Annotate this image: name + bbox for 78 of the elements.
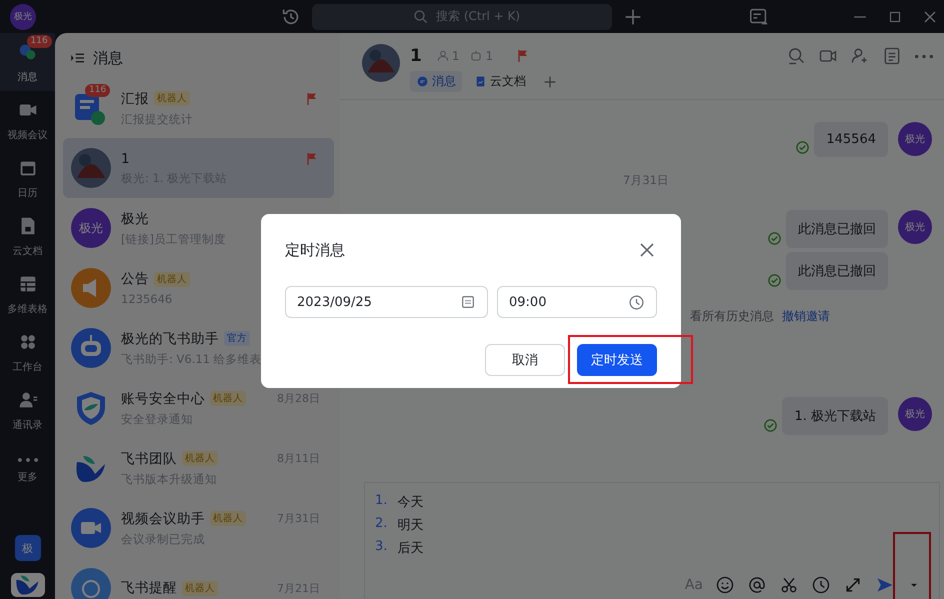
robot-icon <box>71 328 111 368</box>
bot-tag: 机器人 <box>182 580 218 596</box>
conversation-name: 极光的飞书助手 <box>121 330 219 348</box>
nav-item[interactable]: 工作台 <box>0 323 55 381</box>
nav-item[interactable]: 多维表格 <box>0 265 55 323</box>
more-icon <box>16 457 38 463</box>
list-item-text: 后天 <box>397 540 424 557</box>
document-icon <box>474 75 487 88</box>
user-avatar: 极光 <box>71 208 111 248</box>
clock-icon[interactable] <box>811 575 831 595</box>
schedule-send-button[interactable]: 定时发送 <box>577 344 657 376</box>
scissors-icon[interactable] <box>779 575 799 595</box>
chat-tab[interactable]: 云文档 <box>468 71 532 92</box>
read-check-icon <box>795 140 810 155</box>
conversation-name: 极光 <box>121 210 149 228</box>
message-bubble: 此消息已撤回 <box>786 252 888 290</box>
conversation-name: 公告 <box>121 270 149 288</box>
message-bubble: 1. 极光下载站 <box>782 397 888 435</box>
list-number: 3. <box>375 539 388 556</box>
dialog-title: 定时消息 <box>285 240 345 260</box>
message-bubble: 此消息已撤回 <box>786 210 888 248</box>
read-check-icon <box>763 418 778 433</box>
cancel-button[interactable]: 取消 <box>485 344 565 376</box>
message-bubble: 145564 <box>814 122 888 157</box>
date-field[interactable]: 2023/09/25 <box>285 286 488 318</box>
time-field[interactable]: 09:00 <box>497 286 657 318</box>
chat-title: 1 <box>410 46 422 66</box>
nav-item[interactable]: 云文档 <box>0 207 55 265</box>
system-notice: 看所有历史消息 <box>690 308 774 325</box>
conversation-name: 汇报 <box>121 90 149 108</box>
user-avatar[interactable]: 极光 <box>898 210 932 244</box>
app-logo-icon[interactable] <box>10 573 44 597</box>
nav-item[interactable]: 通讯录 <box>0 381 55 439</box>
read-check-icon <box>767 273 782 288</box>
user-avatar[interactable]: 极光 <box>898 122 932 156</box>
workspace-button[interactable]: 极 <box>14 535 40 561</box>
official-tag: 官方 <box>224 331 250 346</box>
read-check-icon <box>767 231 782 246</box>
unread-count: 116 <box>85 84 110 97</box>
photo-placeholder <box>362 44 400 82</box>
nav-item[interactable]: 日历 <box>0 149 55 207</box>
bot-tag: 机器人 <box>210 391 246 406</box>
conversation-name: 账号安全中心 <box>121 390 205 408</box>
chat-bubble-icon <box>416 75 429 88</box>
nav-item[interactable]: 更多 <box>0 439 55 497</box>
bot-tag: 机器人 <box>210 511 246 526</box>
list-item-text: 明天 <box>397 517 424 534</box>
nav-item[interactable]: 116 消息 <box>0 33 55 91</box>
chat-tab[interactable]: 消息 <box>410 71 462 92</box>
calendar-icon <box>460 294 476 310</box>
members-icon <box>436 49 450 63</box>
bot-tag: 机器人 <box>154 91 190 106</box>
bot-tag: 机器人 <box>154 272 190 286</box>
clock-icon <box>628 294 645 310</box>
list-number: 2. <box>375 516 388 533</box>
list-item-text: 今天 <box>397 494 424 511</box>
panel-title: 消息 <box>93 48 123 68</box>
conversation-name: 飞书团队 <box>121 450 177 468</box>
mention-icon[interactable] <box>747 575 767 595</box>
search-icon[interactable] <box>786 46 806 66</box>
nav-item[interactable]: 视频会议 <box>0 91 55 149</box>
megaphone-icon <box>71 268 111 308</box>
conversation-name: 飞书提醒 <box>121 579 177 597</box>
user-avatar[interactable]: 极光 <box>898 397 932 431</box>
emoji-icon[interactable] <box>715 575 735 595</box>
photo-placeholder <box>71 148 111 188</box>
list-number: 1. <box>375 493 388 510</box>
conversation-name: 视频会议助手 <box>121 510 205 528</box>
search-icon <box>412 8 430 26</box>
revoke-invite-link[interactable]: 撤销邀请 <box>782 308 830 325</box>
video-camera-icon <box>71 508 111 548</box>
conversation-name: 1 <box>121 150 130 166</box>
add-tab-icon[interactable] <box>542 74 558 90</box>
notes-icon[interactable] <box>882 46 902 66</box>
bot-icon <box>469 49 484 63</box>
bot-tag: 机器人 <box>182 451 218 466</box>
unread-count: 116 <box>26 34 52 48</box>
user-avatar[interactable]: 极光 <box>10 4 36 30</box>
